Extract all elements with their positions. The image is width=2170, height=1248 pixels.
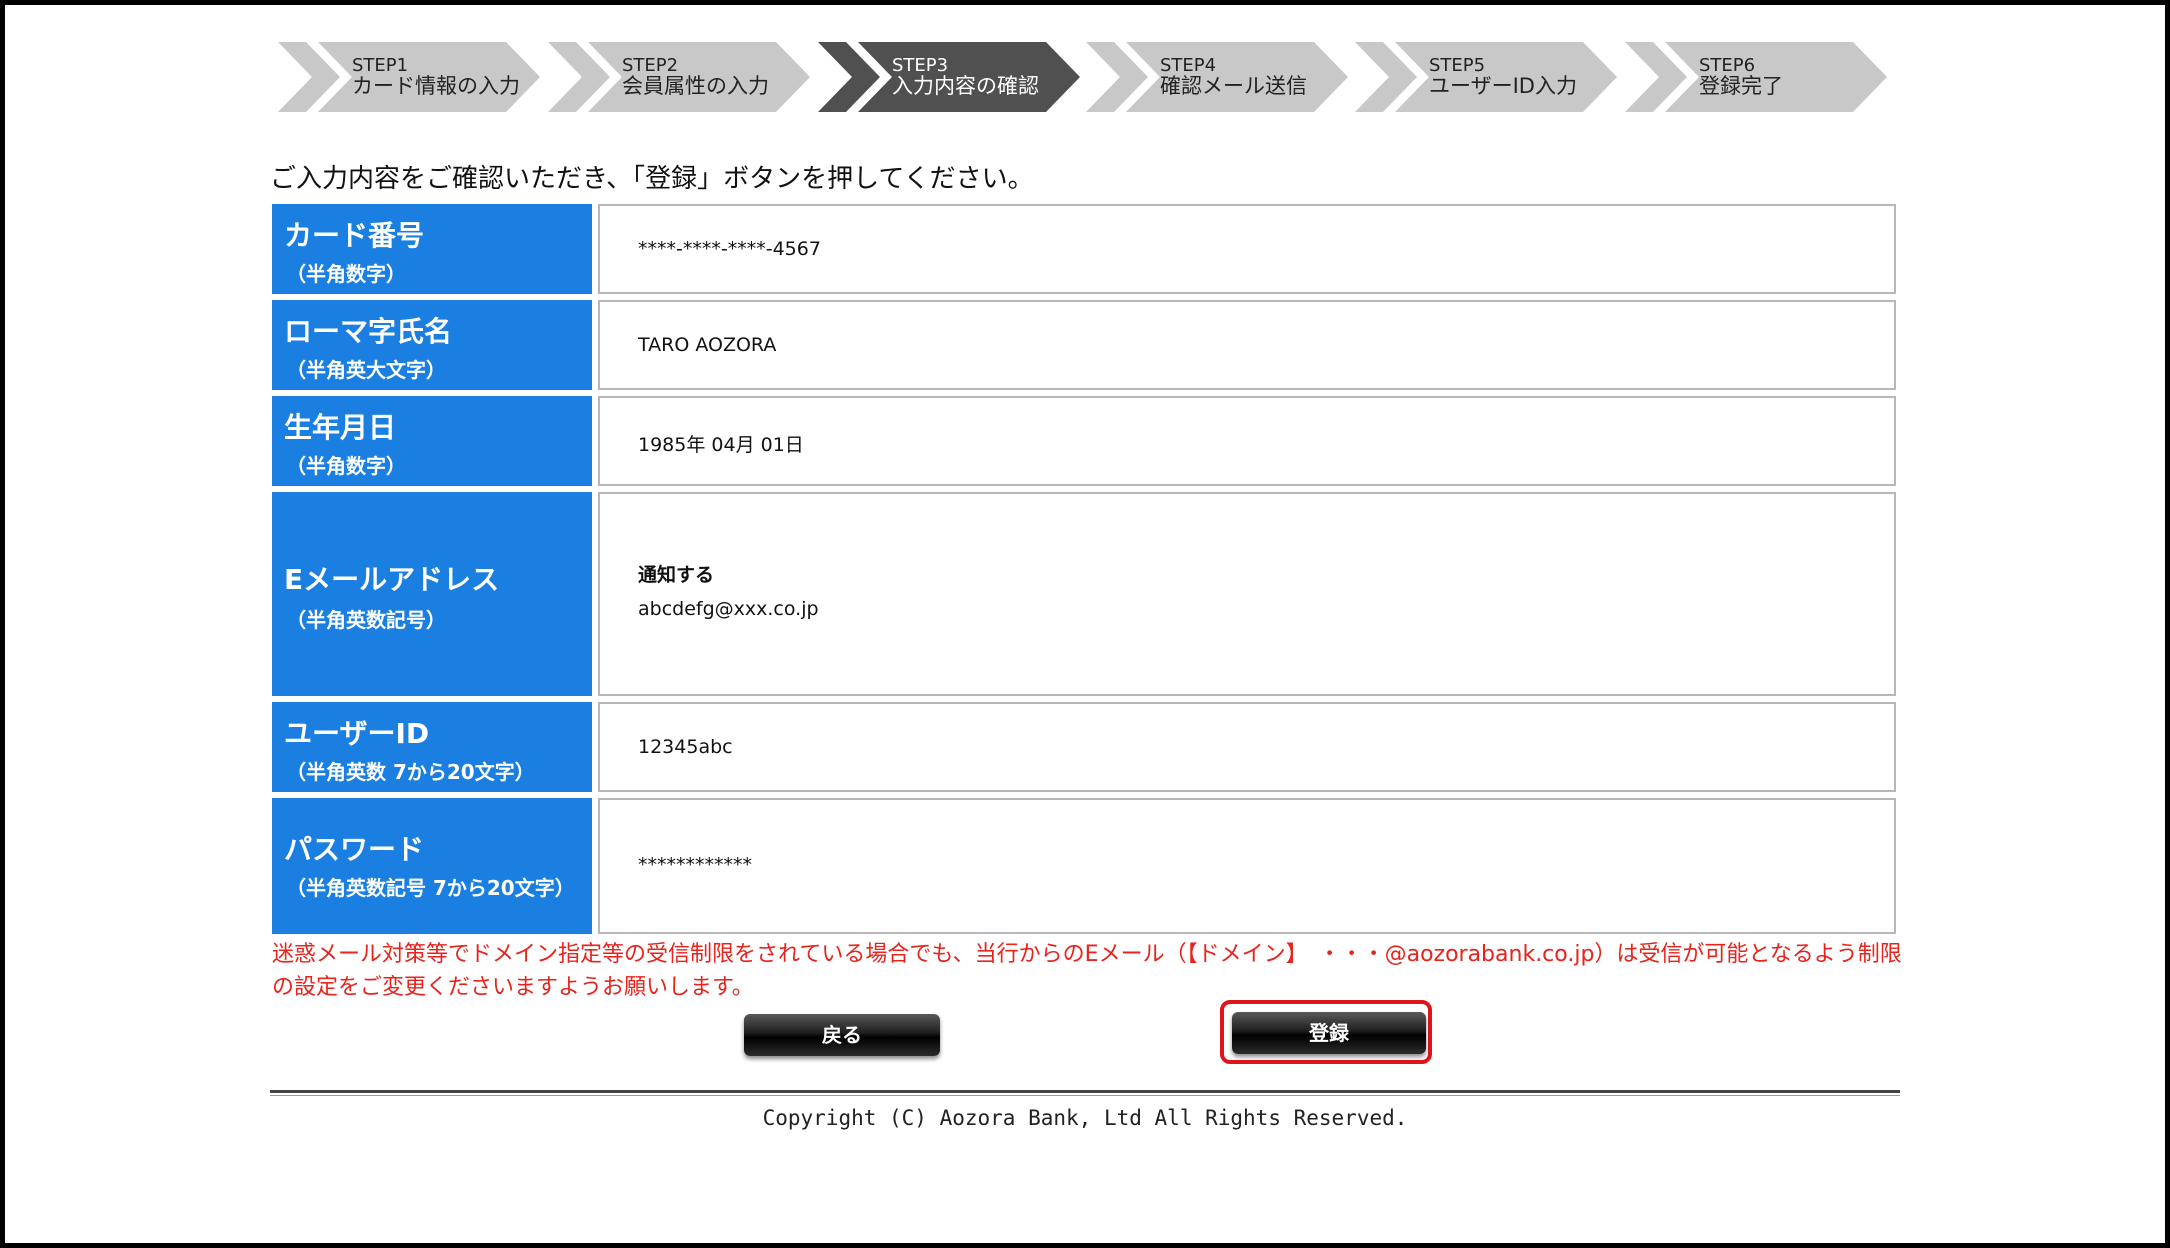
field-sublabel: （半角数字） bbox=[286, 454, 406, 478]
card-number-value: ****-****-****-4567 bbox=[638, 238, 821, 260]
label-card-number: カード番号 （半角数字） bbox=[272, 204, 592, 294]
field-label: 生年月日 bbox=[284, 411, 397, 444]
step-name: カード情報の入力 bbox=[352, 74, 520, 98]
field-sublabel: （半角英数 7から20文字） bbox=[286, 760, 535, 784]
field-sublabel: （半角英数記号） bbox=[286, 608, 446, 632]
step-3: STEP3 入力内容の確認 bbox=[818, 42, 1080, 112]
step-number: STEP6 bbox=[1699, 55, 1756, 76]
label-user-id: ユーザーID （半角英数 7から20文字） bbox=[272, 702, 592, 792]
step-name: ユーザーID入力 bbox=[1429, 74, 1577, 98]
row-birthdate: 生年月日 （半角数字） 1985年 04月 01日 bbox=[272, 396, 1896, 486]
step-2: STEP2 会員属性の入力 bbox=[548, 42, 810, 112]
row-password: パスワード （半角英数記号 7から20文字） ************ bbox=[272, 798, 1896, 934]
step-4: STEP4 確認メール送信 bbox=[1086, 42, 1348, 112]
row-card-number: カード番号 （半角数字） ****-****-****-4567 bbox=[272, 204, 1896, 294]
label-birthdate: 生年月日 （半角数字） bbox=[272, 396, 592, 486]
register-button[interactable]: 登録 bbox=[1232, 1012, 1426, 1054]
field-sublabel: （半角英数記号 7から20文字） bbox=[286, 876, 575, 900]
password-value: ************ bbox=[638, 854, 752, 876]
email-address-value: abcdefg@xxx.co.jp bbox=[638, 598, 819, 620]
email-notice: 迷惑メール対策等でドメイン指定等の受信制限をされている場合でも、当行からのEメー… bbox=[272, 942, 1902, 1000]
row-user-id: ユーザーID （半角英数 7から20文字） 12345abc bbox=[272, 702, 1896, 792]
step-6: STEP6 登録完了 bbox=[1625, 42, 1887, 112]
label-email: Eメールアドレス （半角英数記号） bbox=[272, 492, 592, 696]
step-5: STEP5 ユーザーID入力 bbox=[1355, 42, 1617, 112]
back-button[interactable]: 戻る bbox=[744, 1014, 940, 1056]
step-progress: STEP1 カード情報の入力 STEP2 会員属性の入力 STEP3 入力内容の… bbox=[278, 42, 1898, 112]
field-sublabel: （半角数字） bbox=[286, 262, 406, 286]
field-label: ローマ字氏名 bbox=[284, 315, 453, 348]
footer-divider bbox=[270, 1090, 1900, 1096]
value-user-id: 12345abc bbox=[598, 702, 1896, 792]
field-label: パスワード bbox=[284, 833, 425, 866]
field-label: ユーザーID bbox=[284, 717, 430, 750]
field-sublabel: （半角英大文字） bbox=[286, 358, 446, 382]
field-label: Eメールアドレス bbox=[284, 563, 500, 596]
step-number: STEP1 bbox=[352, 55, 409, 76]
email-notify-value: 通知する bbox=[638, 564, 715, 586]
value-romaji-name: TARO AOZORA bbox=[598, 300, 1896, 390]
row-email: Eメールアドレス （半角英数記号） 通知する abcdefg@xxx.co.jp bbox=[272, 492, 1896, 696]
romaji-name-value: TARO AOZORA bbox=[638, 334, 777, 356]
step-name: 確認メール送信 bbox=[1160, 74, 1307, 98]
value-card-number: ****-****-****-4567 bbox=[598, 204, 1896, 294]
step-name: 登録完了 bbox=[1699, 74, 1783, 98]
value-email: 通知する abcdefg@xxx.co.jp bbox=[598, 492, 1896, 696]
step-number: STEP3 bbox=[892, 55, 949, 76]
label-romaji-name: ローマ字氏名 （半角英大文字） bbox=[272, 300, 592, 390]
step-1: STEP1 カード情報の入力 bbox=[278, 42, 540, 112]
step-number: STEP2 bbox=[622, 55, 679, 76]
instruction-text: ご入力内容をご確認いただき、「登録」ボタンを押してください。 bbox=[270, 164, 1034, 194]
step-number: STEP4 bbox=[1160, 55, 1217, 76]
step-number: STEP5 bbox=[1429, 55, 1486, 76]
field-label: カード番号 bbox=[284, 219, 425, 252]
step-name: 入力内容の確認 bbox=[892, 74, 1039, 98]
user-id-value: 12345abc bbox=[638, 736, 733, 758]
label-password: パスワード （半角英数記号 7から20文字） bbox=[272, 798, 592, 934]
copyright-text: Copyright (C) Aozora Bank, Ltd All Right… bbox=[762, 1106, 1408, 1130]
step-name: 会員属性の入力 bbox=[622, 74, 769, 98]
value-birthdate: 1985年 04月 01日 bbox=[598, 396, 1896, 486]
value-password: ************ bbox=[598, 798, 1896, 934]
row-romaji-name: ローマ字氏名 （半角英大文字） TARO AOZORA bbox=[272, 300, 1896, 390]
birthdate-value: 1985年 04月 01日 bbox=[638, 434, 804, 456]
